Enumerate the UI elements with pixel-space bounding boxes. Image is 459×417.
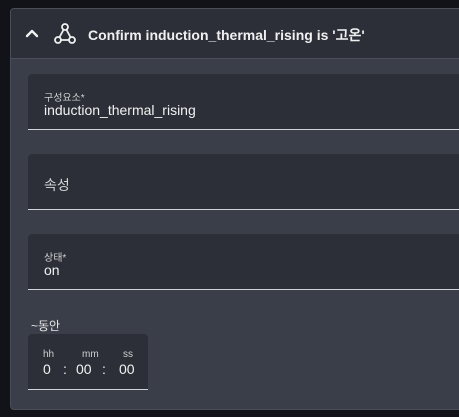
state-field-value[interactable]: on [44, 262, 60, 278]
duration-input[interactable]: hh mm ss 0 : 00 : 00 [28, 334, 148, 390]
minutes-unit-label: mm [82, 349, 99, 360]
state-field[interactable]: 상태* on [28, 234, 459, 290]
attribute-field[interactable]: 속성 [28, 154, 459, 210]
time-separator: : [63, 361, 67, 377]
entity-field-value[interactable]: induction_thermal_rising [44, 102, 196, 118]
minutes-input[interactable]: 00 [76, 361, 92, 377]
condition-card: Confirm induction_thermal_rising is '고온'… [10, 8, 459, 410]
attribute-field-placeholder: 속성 [44, 177, 70, 193]
chevron-up-icon[interactable] [24, 26, 40, 40]
card-header[interactable]: Confirm induction_thermal_rising is '고온' [11, 9, 459, 59]
hours-unit-label: hh [43, 349, 55, 360]
seconds-unit-label: ss [123, 349, 133, 360]
entity-field[interactable]: 구성요소* induction_thermal_rising [28, 74, 459, 130]
condition-node-icon [54, 23, 76, 44]
time-separator: : [102, 361, 106, 377]
duration-label: ~동안 [31, 319, 61, 333]
condition-title: Confirm induction_thermal_rising is '고온' [88, 27, 365, 43]
hours-input[interactable]: 0 [43, 361, 51, 377]
seconds-input[interactable]: 00 [119, 361, 135, 377]
